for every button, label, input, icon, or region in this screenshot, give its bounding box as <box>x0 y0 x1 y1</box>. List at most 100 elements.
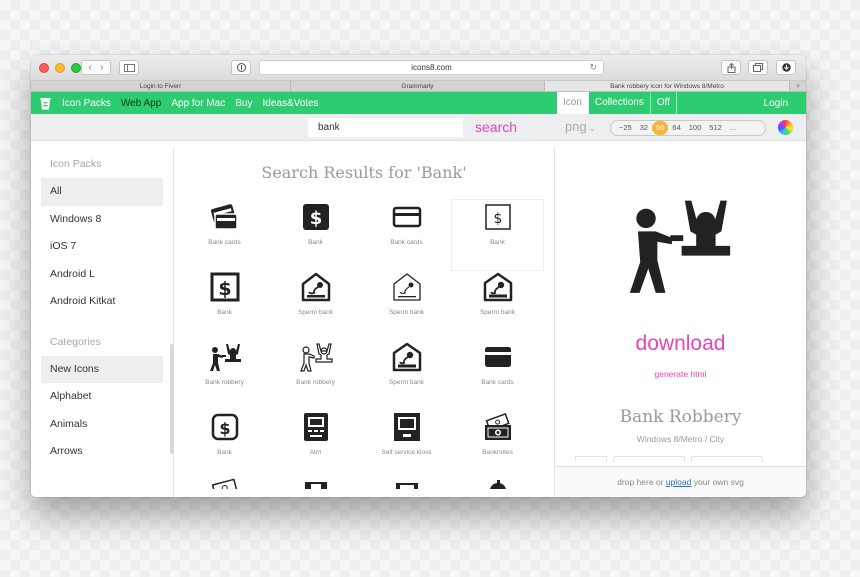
result-label: Bank <box>217 309 232 316</box>
sperm-bank-house-bold-icon <box>481 270 515 304</box>
tab-icon[interactable]: Icon <box>557 92 589 114</box>
tabs-overview-button[interactable] <box>748 60 768 75</box>
back-icon[interactable]: ‹ <box>88 62 91 73</box>
tab-strip: Login to Fiverr Grammarly Bank robbery i… <box>31 81 806 92</box>
result-item[interactable]: Bank robbery <box>179 340 270 410</box>
result-label: Sperm bank <box>479 309 516 316</box>
minimize-window-button[interactable] <box>55 63 65 73</box>
nav-web-app[interactable]: Web App <box>121 98 161 109</box>
result-item[interactable]: $ Bank <box>270 200 361 270</box>
downloads-button[interactable] <box>776 60 796 75</box>
terminal-icon[interactable] <box>361 478 452 489</box>
piggy-bank-icon[interactable] <box>452 478 543 489</box>
size-selector: ~25 32 50 64 100 512 ... <box>610 120 766 136</box>
search-button[interactable]: search <box>475 119 517 135</box>
result-item[interactable]: Self service kiosk <box>361 410 452 480</box>
result-label: Bank robbery <box>205 379 244 386</box>
svg-text:$: $ <box>218 278 231 300</box>
icons8-logo-icon[interactable] <box>39 96 52 110</box>
banknotes-icon <box>481 410 515 444</box>
result-item[interactable]: $ Bank <box>179 270 270 340</box>
sidebar-item-all[interactable]: All <box>41 178 163 206</box>
sidebar-item-arrows[interactable]: Arrows <box>41 438 163 466</box>
size-option-selected[interactable]: 50 <box>652 121 669 135</box>
result-item[interactable]: Bank cards <box>361 200 452 270</box>
upload-link[interactable]: upload <box>666 477 692 487</box>
sidebar-item-android-kitkat[interactable]: Android Kitkat <box>41 288 163 316</box>
address-bar[interactable]: icons8.com ↻ <box>259 60 604 75</box>
share-button[interactable] <box>721 60 741 75</box>
size-option[interactable]: ~25 <box>615 121 636 135</box>
maximize-window-button[interactable] <box>71 63 81 73</box>
result-label: Bank cards <box>208 239 241 246</box>
format-select[interactable]: png ⌄ <box>565 119 596 134</box>
size-option[interactable]: 100 <box>685 121 706 135</box>
result-item[interactable]: Sperm bank <box>270 270 361 340</box>
size-option[interactable]: 32 <box>636 121 652 135</box>
sidebar-item-alphabet[interactable]: Alphabet <box>41 383 163 411</box>
bank-dollar-boxed-icon: $ <box>208 270 242 304</box>
result-item[interactable]: Bank cards <box>179 200 270 270</box>
result-label: Atm <box>309 449 322 456</box>
sidebar-item-android-l[interactable]: Android L <box>41 261 163 289</box>
icon-pack-path: Windows 8/Metro / City <box>636 434 725 444</box>
tab-collections[interactable]: Collections <box>589 92 651 114</box>
money-stack-icon[interactable] <box>179 478 270 489</box>
result-item[interactable]: $ Bank <box>179 410 270 480</box>
result-item[interactable]: $ Bank <box>451 199 544 271</box>
cash-machine-icon[interactable] <box>270 478 361 489</box>
size-option[interactable]: 512 <box>705 121 726 135</box>
result-item[interactable]: Sperm bank <box>361 340 452 410</box>
sidebar-toggle-button[interactable] <box>119 60 139 75</box>
sidebar-item-ios-7[interactable]: iOS 7 <box>41 233 163 261</box>
login-link[interactable]: Login <box>764 98 788 109</box>
bank-robbery-icon <box>208 340 242 374</box>
svg-text:$: $ <box>219 419 230 438</box>
chevron-down-icon: ⌄ <box>586 124 596 133</box>
sperm-bank-house-thin-icon <box>390 270 424 304</box>
result-label: Banknotes <box>482 449 513 456</box>
nav-buy[interactable]: Buy <box>235 98 252 109</box>
result-item[interactable]: Bank cards <box>452 340 543 410</box>
nav-icon-packs[interactable]: Icon Packs <box>62 98 111 109</box>
result-label: Bank cards <box>481 379 514 386</box>
result-item[interactable]: Sperm bank <box>452 270 543 340</box>
tab-grammarly[interactable]: Grammarly <box>291 81 545 91</box>
result-item[interactable]: Sperm bank <box>361 270 452 340</box>
nav-ideas-votes[interactable]: Ideas&Votes <box>262 98 318 109</box>
bank-robbery-outline-icon <box>299 340 333 374</box>
svg-dropzone[interactable]: drop here or upload your own svg <box>555 466 806 497</box>
result-label: Bank <box>490 239 505 246</box>
sidebar-item-new-icons[interactable]: New Icons <box>41 355 163 383</box>
new-tab-button[interactable]: + <box>790 81 806 91</box>
site-info-button[interactable] <box>231 60 251 75</box>
reload-icon[interactable]: ↻ <box>589 61 597 74</box>
icon-name: Bank Robbery <box>619 407 742 427</box>
search-input[interactable] <box>308 118 463 137</box>
close-window-button[interactable] <box>39 63 49 73</box>
sidebar-item-windows-8[interactable]: Windows 8 <box>41 206 163 234</box>
nav-app-for-mac[interactable]: App for Mac <box>171 98 225 109</box>
bank-dollar-filled-icon: $ <box>299 200 333 234</box>
sperm-bank-filled-icon <box>390 340 424 374</box>
result-row-partial <box>179 478 549 489</box>
sidebar-item-animals[interactable]: Animals <box>41 411 163 439</box>
title-bar: ‹ › icons8.com ↻ <box>31 55 806 81</box>
result-item[interactable]: Atm <box>270 410 361 480</box>
tab-off[interactable]: Off <box>651 92 677 114</box>
size-option-more[interactable]: ... <box>726 121 740 135</box>
tab-fiverr[interactable]: Login to Fiverr <box>31 81 291 91</box>
color-picker-icon[interactable] <box>778 120 793 135</box>
result-item[interactable]: Banknotes <box>452 410 543 480</box>
generate-html-link[interactable]: generate html <box>555 369 806 379</box>
tab-bank-robbery[interactable]: Bank robbery icon for Windows 8/Metro <box>545 81 790 91</box>
field-stub <box>575 456 607 462</box>
bank-card-outline-icon <box>390 200 424 234</box>
result-item[interactable]: Bank robbery <box>270 340 361 410</box>
results-title: Search Results for 'Bank' <box>261 163 467 182</box>
back-forward-buttons[interactable]: ‹ › <box>81 60 111 75</box>
forward-icon[interactable]: › <box>100 62 103 73</box>
download-button[interactable]: download <box>555 332 806 356</box>
size-option[interactable]: 64 <box>668 121 684 135</box>
icon-preview-panel: download generate html Bank Robbery Wind… <box>555 147 806 497</box>
